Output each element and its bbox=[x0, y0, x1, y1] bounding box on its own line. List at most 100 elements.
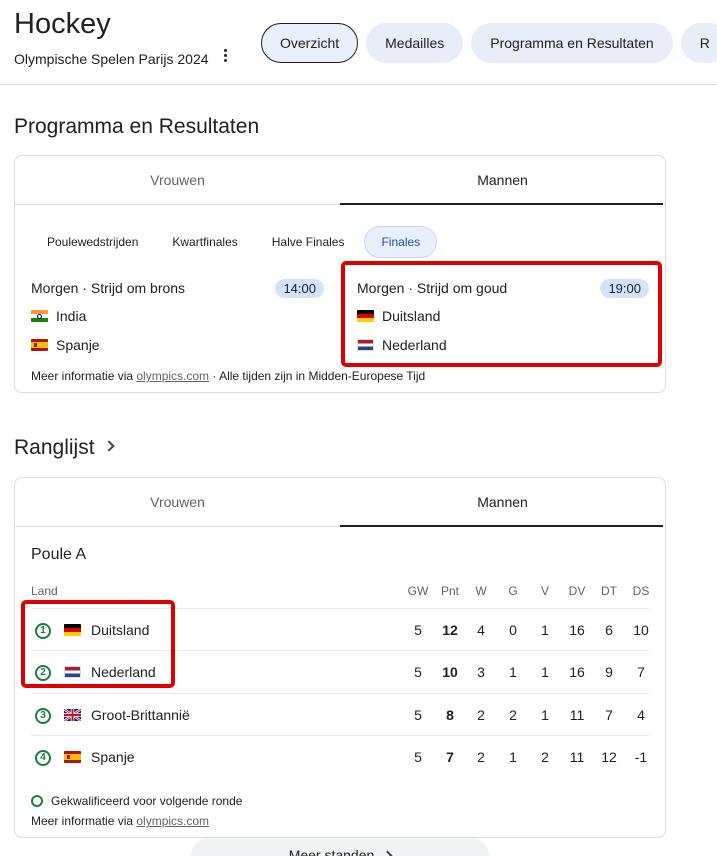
stat-dt: 12 bbox=[601, 749, 617, 765]
team-name: Nederland bbox=[382, 336, 447, 353]
tab-vrouwen[interactable]: Vrouwen bbox=[15, 156, 340, 204]
team-row: Duitsland bbox=[357, 303, 649, 328]
tab-mannen[interactable]: Mannen bbox=[340, 156, 665, 205]
stat-dv: 11 bbox=[569, 707, 585, 723]
schedule-tabs: Vrouwen Mannen bbox=[15, 156, 665, 205]
page-title: Hockey bbox=[14, 8, 111, 40]
round-halve-finales[interactable]: Halve Finales bbox=[258, 226, 359, 258]
stat-v: 1 bbox=[541, 622, 549, 638]
col-land: Land bbox=[31, 584, 58, 598]
olympics-link[interactable]: olympics.com bbox=[136, 814, 209, 828]
stat-g: 0 bbox=[509, 622, 517, 638]
flag-germany-icon bbox=[64, 624, 81, 636]
stat-pnt: 10 bbox=[442, 664, 458, 680]
table-row[interactable]: 4 Spanje 5 7 2 1 2 11 12 -1 bbox=[31, 735, 649, 777]
chip-medailles[interactable]: Medailles bbox=[366, 23, 464, 63]
round-chips: Poulewedstrijden Kwartfinales Halve Fina… bbox=[33, 226, 438, 258]
stat-w: 2 bbox=[477, 749, 485, 765]
rank-badge: 2 bbox=[35, 665, 51, 681]
col-dv: DV bbox=[568, 584, 586, 598]
stat-w: 2 bbox=[477, 707, 485, 723]
team-name: Duitsland bbox=[382, 307, 441, 324]
standings-title[interactable]: Ranglijst bbox=[14, 436, 115, 460]
table-row[interactable]: 1 Duitsland 5 12 4 0 1 16 6 10 bbox=[31, 608, 649, 650]
page-subtitle: Olympische Spelen Parijs 2024 bbox=[14, 51, 209, 67]
qualified-legend: Gekwalificeerd voor volgende ronde bbox=[31, 794, 242, 808]
col-v: V bbox=[540, 584, 549, 598]
match-label: Morgen · Strijd om brons bbox=[31, 280, 186, 296]
stat-w: 3 bbox=[477, 664, 485, 680]
rank-badge: 4 bbox=[35, 750, 51, 766]
tab-vrouwen[interactable]: Vrouwen bbox=[15, 478, 340, 526]
round-kwartfinales[interactable]: Kwartfinales bbox=[158, 226, 251, 258]
round-finales[interactable]: Finales bbox=[364, 226, 438, 258]
col-g: G bbox=[508, 584, 518, 598]
team-name: Nederland bbox=[91, 664, 156, 680]
footnote-text: Meer informatie via bbox=[31, 814, 137, 828]
table-row[interactable]: 3 Groot-Brittannië 5 8 2 2 1 11 7 4 bbox=[31, 693, 649, 735]
footnote-text: · Alle tijden zijn in Midden-Europese Ti… bbox=[209, 369, 426, 383]
team-name: Groot-Brittannië bbox=[91, 707, 190, 723]
stat-pnt: 7 bbox=[446, 749, 454, 765]
flag-spain-icon bbox=[31, 338, 48, 351]
stat-v: 1 bbox=[541, 664, 549, 680]
stat-dt: 7 bbox=[605, 707, 613, 723]
team-name: India bbox=[56, 307, 87, 324]
footnote-text: Meer informatie via bbox=[31, 369, 137, 383]
schedule-title: Programma en Resultaten bbox=[14, 115, 260, 138]
stat-ds: -1 bbox=[634, 749, 648, 765]
chip-programma[interactable]: Programma en Resultaten bbox=[471, 23, 673, 63]
table-row[interactable]: 2 Nederland 5 10 3 1 1 16 9 7 bbox=[31, 650, 649, 692]
stat-gw: 5 bbox=[414, 749, 422, 765]
stat-v: 1 bbox=[541, 707, 549, 723]
schedule-card: Vrouwen Mannen Poulewedstrijden Kwartfin… bbox=[14, 155, 666, 393]
schedule-footnote: Meer informatie via olympics.com · Alle … bbox=[31, 369, 425, 383]
stat-gw: 5 bbox=[414, 707, 422, 723]
stat-dt: 6 bbox=[605, 622, 613, 638]
rank-badge: 3 bbox=[35, 708, 51, 724]
stat-pnt: 8 bbox=[446, 707, 454, 723]
chip-overzicht[interactable]: Overzicht bbox=[261, 23, 359, 63]
team-row: India bbox=[31, 303, 324, 328]
table-header: Land GW Pnt W G V DV DT DS bbox=[31, 582, 649, 608]
olympics-link[interactable]: olympics.com bbox=[136, 369, 209, 383]
stat-pnt: 12 bbox=[442, 622, 458, 638]
stat-v: 2 bbox=[541, 749, 549, 765]
qualified-dot-icon bbox=[31, 795, 43, 807]
col-ds: DS bbox=[632, 584, 650, 598]
stat-ds: 10 bbox=[633, 622, 649, 638]
standings-card: Vrouwen Mannen Poule A Land GW Pnt W G V… bbox=[14, 477, 666, 838]
round-poule[interactable]: Poulewedstrijden bbox=[33, 226, 152, 258]
more-standings-label: Meer standen bbox=[288, 847, 375, 856]
match-label: Morgen · Strijd om goud bbox=[357, 280, 508, 296]
flag-netherlands-icon bbox=[64, 666, 81, 678]
standings-tabs: Vrouwen Mannen bbox=[15, 478, 665, 527]
stat-dt: 9 bbox=[605, 664, 613, 680]
stat-g: 2 bbox=[509, 707, 517, 723]
match-time: 19:00 bbox=[600, 279, 649, 298]
more-vert-icon[interactable] bbox=[219, 47, 231, 65]
team-name: Duitsland bbox=[91, 622, 150, 638]
stat-gw: 5 bbox=[414, 622, 422, 638]
flag-netherlands-icon bbox=[357, 338, 374, 351]
flag-india-icon bbox=[31, 309, 48, 322]
tab-mannen[interactable]: Mannen bbox=[340, 478, 665, 527]
team-name: Spanje bbox=[56, 336, 100, 353]
team-name: Spanje bbox=[91, 749, 135, 765]
nav-chips: Overzicht Medailles Programma en Resulta… bbox=[261, 23, 717, 63]
match-time: 14:00 bbox=[275, 279, 324, 298]
stat-w: 4 bbox=[477, 622, 485, 638]
stat-dv: 16 bbox=[569, 622, 585, 638]
stat-g: 1 bbox=[509, 664, 517, 680]
col-pnt: Pnt bbox=[440, 584, 459, 598]
stat-gw: 5 bbox=[414, 664, 422, 680]
rank-badge: 1 bbox=[35, 623, 51, 639]
match-gold[interactable]: Morgen · Strijd om goud 19:00 Duitsland … bbox=[357, 277, 649, 357]
stat-ds: 7 bbox=[637, 664, 645, 680]
more-standings-button[interactable]: Meer standen bbox=[190, 838, 490, 856]
match-bronze[interactable]: Morgen · Strijd om brons 14:00 India Spa… bbox=[31, 277, 324, 357]
chevron-right-icon bbox=[102, 440, 115, 453]
col-dt: DT bbox=[601, 584, 617, 598]
chip-more[interactable]: R bbox=[680, 23, 717, 63]
col-w: W bbox=[475, 584, 487, 598]
